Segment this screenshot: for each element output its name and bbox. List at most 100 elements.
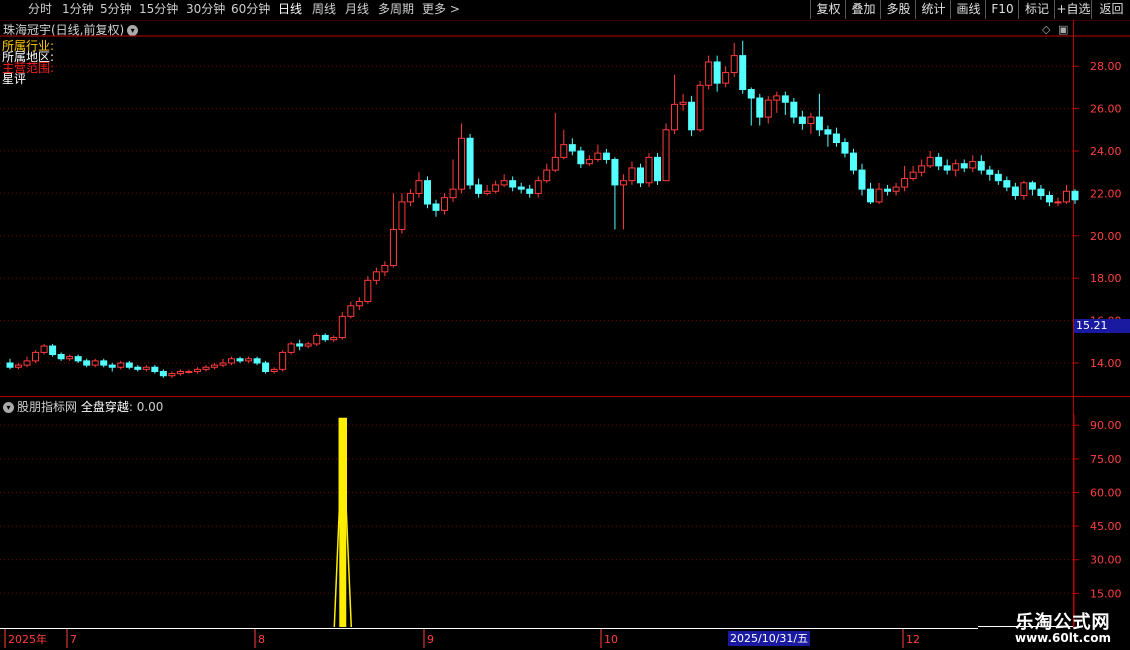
time-tick-label: 2025年 [8, 632, 47, 646]
candle-body [1020, 182, 1028, 197]
candle-body [722, 72, 730, 84]
candle-body [193, 368, 201, 372]
candle-body [347, 305, 355, 317]
candle-body [449, 188, 457, 199]
candle-body [790, 101, 798, 118]
candle-body [628, 167, 636, 182]
candle-body [159, 370, 167, 377]
candle-body [381, 264, 389, 273]
candle-body [321, 334, 329, 341]
candle-body [389, 228, 397, 266]
indicator-tick-label: 30.00 [1090, 554, 1122, 567]
kline-chart[interactable]: 14.0016.0018.0020.0022.0024.0026.0028.00… [0, 0, 1130, 650]
chevron-down-icon[interactable]: ▾ [3, 402, 14, 413]
price-tick-label: 22.00 [1090, 187, 1122, 200]
candle-body [91, 360, 99, 366]
candle-body [994, 173, 1002, 182]
candle-body [423, 180, 431, 205]
candle-body [756, 97, 764, 118]
indicator-tick-label: 75.00 [1090, 453, 1122, 466]
candle-body [296, 343, 304, 347]
candle-body [918, 165, 926, 173]
candle-body [875, 188, 883, 203]
candle-body [841, 142, 849, 154]
candle-body [654, 156, 662, 182]
candle-body [168, 373, 176, 377]
candle-body [551, 156, 559, 171]
time-tick-label: 12 [906, 633, 920, 646]
candle-body [935, 156, 943, 167]
candle-body [534, 180, 542, 194]
candle-body [713, 61, 721, 84]
candle-body [986, 169, 994, 175]
indicator-tick-label: 15.00 [1090, 587, 1122, 600]
candle-body [594, 152, 602, 160]
candle-body [619, 180, 627, 186]
candle-body [40, 345, 48, 353]
candle-body [185, 370, 193, 373]
candle-body [466, 137, 474, 186]
candle-body [83, 360, 91, 366]
candle-body [577, 150, 585, 165]
candle-body [568, 144, 576, 152]
candle-body [330, 337, 338, 341]
candle-body [210, 364, 218, 368]
candle-body [952, 163, 960, 171]
last-price-tag: 15.21 [1074, 319, 1130, 333]
candle-body [730, 55, 738, 74]
candle-body [824, 129, 832, 135]
candle-body [696, 84, 704, 131]
candle-body [57, 354, 65, 360]
candle-body [739, 55, 747, 91]
candle-body [926, 156, 934, 167]
candle-body [108, 364, 116, 368]
candle-body [636, 167, 644, 184]
candle-body [747, 89, 755, 99]
candle-body [1071, 190, 1079, 201]
candle-body [969, 161, 977, 169]
candle-body [688, 101, 696, 131]
time-tick-label: 8 [258, 633, 265, 646]
indicator-bar [339, 418, 347, 627]
candle-body [543, 169, 551, 182]
candle-body [74, 356, 82, 362]
candles-group [6, 40, 1079, 378]
indicator-value: : 0.00 [128, 400, 164, 414]
candle-body [798, 116, 806, 124]
candle-body [611, 158, 619, 186]
candle-body [849, 152, 857, 171]
candle-body [475, 184, 483, 194]
candle-body [458, 137, 466, 190]
candle-body [125, 362, 133, 368]
candle-body [807, 116, 815, 124]
candle-body [483, 190, 491, 194]
candle-body [49, 345, 57, 356]
candle-body [585, 158, 593, 165]
indicator-tick-label: 45.00 [1090, 520, 1122, 533]
candle-body [372, 271, 380, 281]
candle-body [245, 358, 253, 362]
candle-body [176, 370, 184, 375]
indicator-title[interactable]: ▾ 股朋指标网 全盘穿越: 0.00 [3, 398, 163, 415]
candle-body [773, 95, 781, 101]
candle-body [406, 192, 414, 203]
candle-body [960, 163, 968, 169]
candle-body [602, 152, 610, 160]
candle-body [492, 184, 500, 192]
cursor-date-tag: 2025/10/31/五 [728, 631, 811, 646]
indicator-name: 全盘穿越 [80, 400, 129, 414]
candle-body [23, 360, 31, 366]
price-tick-label: 28.00 [1090, 60, 1122, 73]
candle-body [500, 180, 508, 186]
candle-body [279, 351, 287, 370]
candle-body [943, 165, 951, 171]
candle-body [705, 61, 713, 86]
candle-body [304, 343, 312, 347]
candle-body [1037, 188, 1045, 197]
candle-body [1028, 182, 1036, 190]
indicator-source: 股朋指标网 [17, 400, 78, 414]
candle-body [6, 362, 14, 368]
candle-body [151, 366, 159, 372]
price-tick-label: 14.00 [1090, 357, 1122, 370]
candle-body [15, 364, 23, 368]
